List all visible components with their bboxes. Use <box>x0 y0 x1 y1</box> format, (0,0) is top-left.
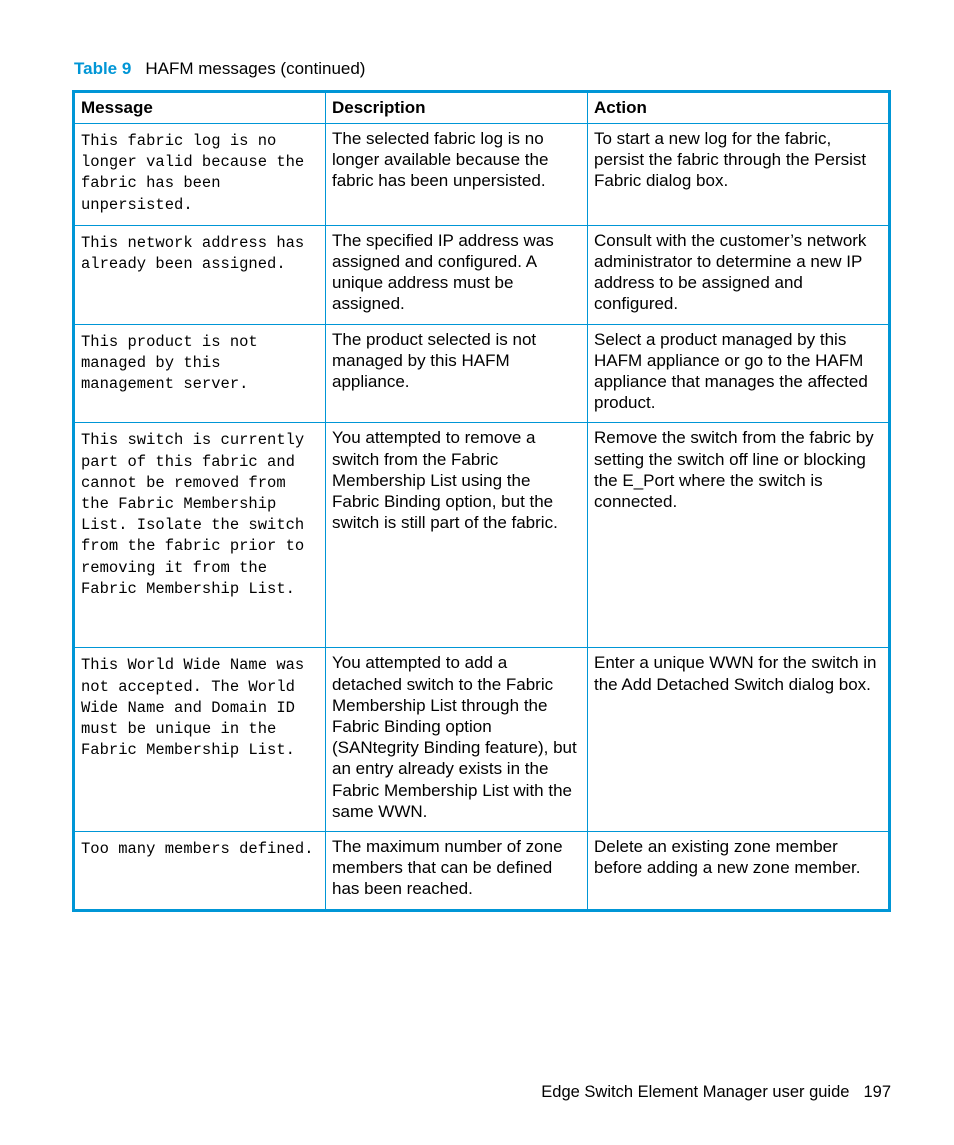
table-caption: Table 9 HAFM messages (continued) <box>74 58 365 80</box>
table-row: This World Wide Name was not accepted. T… <box>73 647 890 833</box>
header-action: Action <box>587 91 890 124</box>
page-number: 197 <box>863 1083 891 1101</box>
table-row: This network address has already been as… <box>73 224 890 325</box>
header-description: Description <box>325 91 588 124</box>
description-cell: The specified IP address was assigned an… <box>325 224 588 325</box>
description-cell: You attempted to add a detached switch t… <box>325 647 588 833</box>
message-cell: This fabric log is no longer valid becau… <box>73 123 326 226</box>
table-title: HAFM messages (continued) <box>145 59 366 78</box>
message-cell: This network address has already been as… <box>73 224 326 325</box>
table-row: This switch is currently part of this fa… <box>73 422 890 649</box>
action-cell: Delete an existing zone member before ad… <box>587 831 890 911</box>
hafm-messages-table: Message Description Action This fabric l… <box>72 90 891 912</box>
message-cell: This product is not managed by this mana… <box>73 323 326 424</box>
message-cell: Too many members defined. <box>73 831 326 911</box>
action-cell: To start a new log for the fabric, persi… <box>587 123 890 226</box>
action-cell: Enter a unique WWN for the switch in the… <box>587 647 890 833</box>
header-message: Message <box>73 91 326 124</box>
table-number: Table 9 <box>74 59 132 78</box>
description-cell: You attempted to remove a switch from th… <box>325 422 588 649</box>
description-cell: The maximum number of zone members that … <box>325 831 588 911</box>
guide-title: Edge Switch Element Manager user guide <box>541 1083 850 1101</box>
table-header-row: Message Description Action <box>73 91 890 124</box>
message-cell: This World Wide Name was not accepted. T… <box>73 647 326 833</box>
action-cell: Consult with the customer’s network admi… <box>587 224 890 325</box>
table-row: This product is not managed by this mana… <box>73 323 890 424</box>
table-row: This fabric log is no longer valid becau… <box>73 123 890 226</box>
page-footer: Edge Switch Element Manager user guide 19… <box>541 1081 891 1103</box>
message-cell: This switch is currently part of this fa… <box>73 422 326 649</box>
action-cell: Remove the switch from the fabric by set… <box>587 422 890 649</box>
description-cell: The product selected is not managed by t… <box>325 323 588 424</box>
description-cell: The selected fabric log is no longer ava… <box>325 123 588 226</box>
table-row: Too many members defined. The maximum nu… <box>73 831 890 911</box>
action-cell: Select a product managed by this HAFM ap… <box>587 323 890 424</box>
